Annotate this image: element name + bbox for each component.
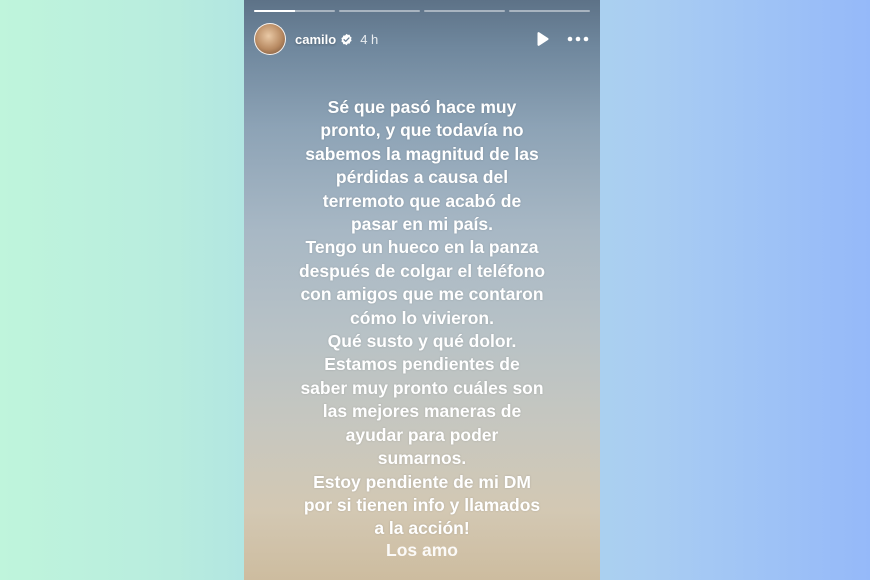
story-header: camilo 4 h	[254, 22, 590, 56]
story-text-line: Qué susto y qué dolor.	[327, 331, 517, 352]
progress-segment	[339, 10, 420, 12]
play-button[interactable]	[530, 27, 554, 51]
story-text-line: Sé que pasó hace muy	[327, 97, 517, 117]
story-text-line: por si tienen info y llamados	[303, 494, 541, 515]
story-viewer[interactable]: camilo 4 h Sé que pasó hace muy pronto, y…	[244, 0, 600, 580]
story-text-line: las mejores maneras de	[322, 401, 522, 422]
story-text-line: sabemos la magnitud de las	[305, 143, 539, 164]
play-icon	[537, 32, 549, 46]
story-text-line: ayudar para poder	[345, 424, 499, 445]
story-text-line: terremoto que acabó de	[322, 190, 522, 211]
more-options-icon	[567, 36, 589, 42]
story-signoff: Los amo	[386, 540, 458, 560]
timestamp: 4 h	[360, 31, 379, 47]
story-text-line: Tengo un hueco en la panza	[305, 237, 539, 258]
more-options-button[interactable]	[566, 27, 590, 51]
story-text-line: pronto, y que todavía no	[320, 120, 524, 141]
story-text-line: saber muy pronto cuáles son	[300, 377, 544, 398]
story-text-line: cómo lo vivieron.	[350, 307, 494, 328]
story-text-line: Estoy pendiente de mi DM	[313, 471, 531, 492]
progress-segment	[424, 10, 505, 12]
story-text-line: pasar en mi país.	[350, 214, 493, 235]
story-text-line: con amigos que me contaron	[300, 284, 544, 305]
avatar[interactable]	[254, 23, 286, 55]
progress-segment	[254, 10, 335, 12]
story-text-line: Estamos pendientes de	[324, 354, 520, 375]
story-text-line: a la acción!	[374, 518, 470, 539]
username[interactable]: camilo	[295, 32, 336, 47]
story-progress-bar	[254, 10, 590, 12]
story-text-line: sumarnos.	[377, 448, 467, 469]
story-text-line: pérdidas a causa del	[335, 167, 509, 188]
story-text: Sé que pasó hace muy pronto, y que todaví…	[262, 96, 582, 541]
story-text-line: después de colgar el teléfono	[298, 260, 546, 281]
verified-badge-icon	[341, 33, 352, 45]
progress-segment	[509, 10, 590, 12]
